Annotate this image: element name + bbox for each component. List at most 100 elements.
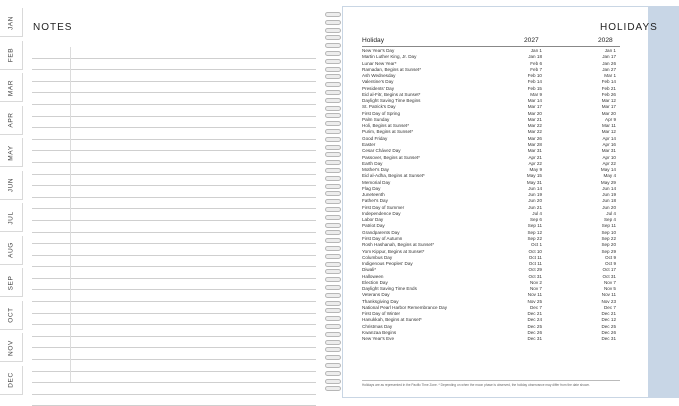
month-tabs: JAN FEB MAR APR MAY JUN JUL AUG SEP OCT NOV DEC xyxy=(0,8,23,398)
spiral-ring xyxy=(325,308,341,314)
header-holiday: Holiday xyxy=(362,37,384,44)
month-tab-label: JAN xyxy=(7,15,15,30)
spiral-ring xyxy=(325,43,341,49)
spiral-ring xyxy=(325,207,341,212)
spiral-ring xyxy=(325,19,341,25)
spiral-ring xyxy=(325,152,341,158)
note-line[interactable] xyxy=(32,395,316,406)
spiral-ring xyxy=(325,378,341,384)
month-tab-label: FEB xyxy=(7,47,15,63)
month-tab-label: MAR xyxy=(7,79,15,96)
notes-title: NOTES xyxy=(33,22,73,33)
note-line[interactable] xyxy=(32,186,316,198)
spiral-ring xyxy=(325,129,341,134)
month-tab-dec[interactable]: DEC xyxy=(0,365,23,395)
note-line[interactable] xyxy=(32,175,316,187)
tab-divider xyxy=(0,328,22,330)
month-tab-feb[interactable]: FEB xyxy=(0,40,23,70)
tab-divider xyxy=(0,166,22,167)
month-tab-jun[interactable]: JUN xyxy=(0,170,23,200)
note-line[interactable] xyxy=(32,360,316,372)
month-tab-label: SEP xyxy=(7,275,15,290)
spiral-ring xyxy=(325,269,341,275)
header-2028: 2028 xyxy=(598,37,613,44)
spiral-ring xyxy=(325,214,341,220)
spiral-ring xyxy=(325,331,341,337)
note-line[interactable] xyxy=(32,279,316,291)
note-line[interactable] xyxy=(32,314,316,326)
spiral-binding xyxy=(322,0,344,402)
spiral-ring xyxy=(325,238,341,244)
note-line[interactable] xyxy=(32,93,316,105)
note-line[interactable] xyxy=(32,70,316,82)
month-tab-apr[interactable]: APR xyxy=(0,105,23,135)
spiral-ring xyxy=(325,386,341,392)
spiral-ring xyxy=(325,285,341,290)
page-edge xyxy=(648,6,679,398)
spiral-ring xyxy=(325,105,341,111)
note-line[interactable] xyxy=(32,348,316,361)
spiral-ring xyxy=(325,35,341,41)
note-line[interactable] xyxy=(32,105,316,117)
spiral-ring xyxy=(325,74,341,80)
spiral-ring xyxy=(325,339,341,345)
holidays-table: New Year's Day Jan 1 Jan 1 Martin Luther Ki… xyxy=(362,48,620,342)
note-line[interactable] xyxy=(32,128,316,140)
month-tab-label: JUL xyxy=(7,210,15,225)
note-line[interactable] xyxy=(32,82,316,94)
month-tab-jul[interactable]: JUL xyxy=(0,203,23,232)
note-line[interactable] xyxy=(32,140,316,152)
month-tab-aug[interactable]: AUG xyxy=(0,235,23,265)
spiral-ring xyxy=(325,66,341,72)
spiral-ring xyxy=(325,160,341,166)
month-tab-may[interactable]: MAY xyxy=(0,138,23,167)
date-2027: Dec 31 xyxy=(527,336,542,342)
spiral-ring xyxy=(325,370,341,376)
note-line[interactable] xyxy=(32,233,316,245)
header-2027: 2027 xyxy=(524,37,539,44)
note-line[interactable] xyxy=(32,221,316,233)
spiral-ring xyxy=(325,355,341,361)
spiral-ring xyxy=(325,222,341,228)
month-tab-jan[interactable]: JAN xyxy=(0,8,23,37)
spiral-ring xyxy=(325,51,341,56)
note-line[interactable] xyxy=(32,267,316,279)
month-tab-label: APR xyxy=(7,112,15,128)
month-tab-label: JUN xyxy=(7,177,15,193)
month-tab-oct[interactable]: OCT xyxy=(0,300,23,330)
spiral-ring xyxy=(325,58,341,64)
note-line[interactable] xyxy=(32,151,316,163)
notes-lines xyxy=(32,47,316,406)
spiral-ring xyxy=(325,363,341,368)
spiral-ring xyxy=(325,300,341,306)
note-line[interactable] xyxy=(32,209,316,221)
note-line[interactable] xyxy=(32,256,316,268)
note-line[interactable] xyxy=(32,59,316,71)
note-line[interactable] xyxy=(32,117,316,129)
note-line[interactable] xyxy=(32,325,316,337)
note-line[interactable] xyxy=(32,244,316,256)
note-line[interactable] xyxy=(32,163,316,175)
month-tab-mar[interactable]: MAR xyxy=(0,73,23,102)
note-line[interactable] xyxy=(32,47,316,59)
month-tab-label: DEC xyxy=(7,372,15,388)
note-line[interactable] xyxy=(32,372,316,384)
tab-divider xyxy=(0,263,22,265)
note-line[interactable] xyxy=(32,290,316,303)
tab-divider xyxy=(0,36,22,37)
spiral-ring xyxy=(325,191,341,197)
note-line[interactable] xyxy=(32,383,316,395)
spiral-ring xyxy=(325,183,341,189)
month-tab-sep[interactable]: SEP xyxy=(0,268,23,297)
notes-page: JAN FEB MAR APR MAY JUN JUL AUG SEP OCT NOV DEC NOT… xyxy=(0,0,322,406)
note-line[interactable] xyxy=(32,198,316,210)
spiral-ring xyxy=(325,199,341,205)
holidays-title: HOLIDAYS xyxy=(600,22,658,33)
spiral-ring xyxy=(325,113,341,119)
month-tab-nov[interactable]: NOV xyxy=(0,333,23,362)
note-line[interactable] xyxy=(32,302,316,314)
tab-divider xyxy=(0,133,22,135)
tab-divider xyxy=(0,231,22,232)
spiral-ring xyxy=(325,82,341,88)
note-line[interactable] xyxy=(32,337,316,349)
